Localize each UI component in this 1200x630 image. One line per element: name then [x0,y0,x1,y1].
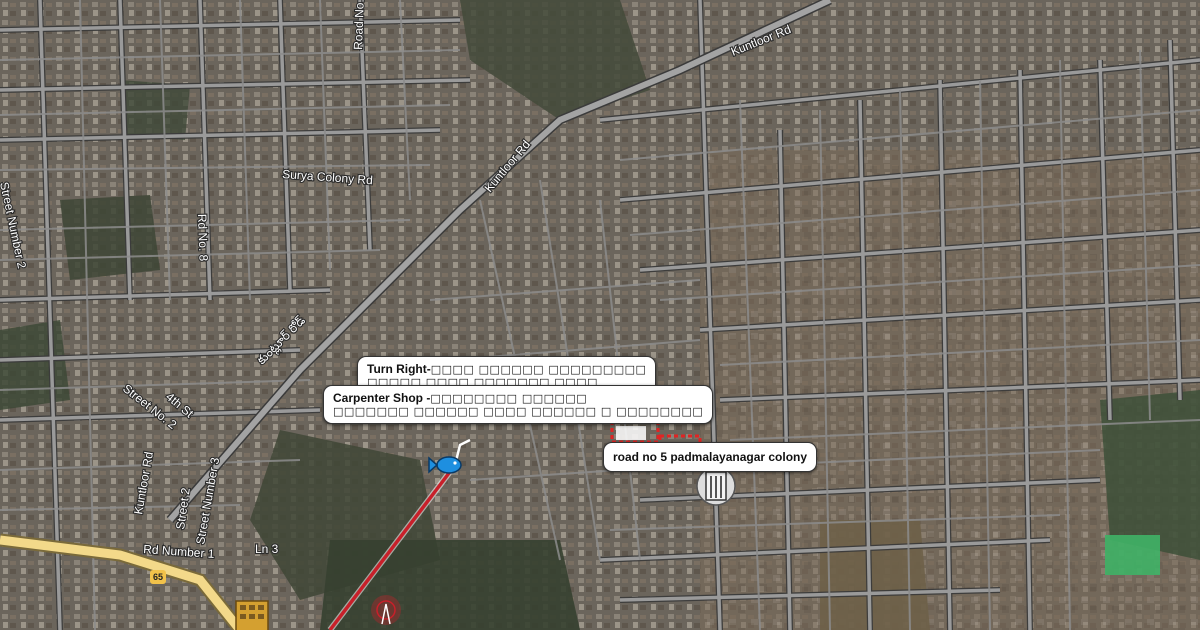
satellite-map[interactable]: Road No. Kuntloor Rd Kuntloor Rd Surya C… [0,0,1200,630]
road-label-rd-no-8: Rd No. 8 [195,214,211,262]
destination-title: road no 5 padmalayanagar colony [613,450,808,464]
tower-icon[interactable] [371,595,401,625]
turn-right-title: Turn Right- [367,362,431,376]
road-label-ln-3: Ln 3 [255,542,279,556]
turn-right-subtitle: □□□□ □□□□□□ □□□□□□□□□ [430,363,647,376]
carpenter-shop-telugu-title: □□□□□□□□ □□□□□□ [430,392,588,405]
road-label-road-no: Road No. [351,0,367,50]
destination-callout[interactable]: road no 5 padmalayanagar colony [603,442,818,472]
carpenter-shop-title: Carpenter Shop - [333,391,431,405]
bus-stop-icon[interactable] [235,600,269,630]
highway-shield: 65 [150,570,166,584]
building-marker-icon[interactable] [696,466,736,506]
carpenter-shop-callout[interactable]: Carpenter Shop -□□□□□□□□ □□□□□□ □□□□□□□ … [323,385,714,424]
carpenter-shop-line2: □□□□□□□ □□□□□□ □□□□ □□□□□□ □ □□□□□□□□ [333,405,704,418]
